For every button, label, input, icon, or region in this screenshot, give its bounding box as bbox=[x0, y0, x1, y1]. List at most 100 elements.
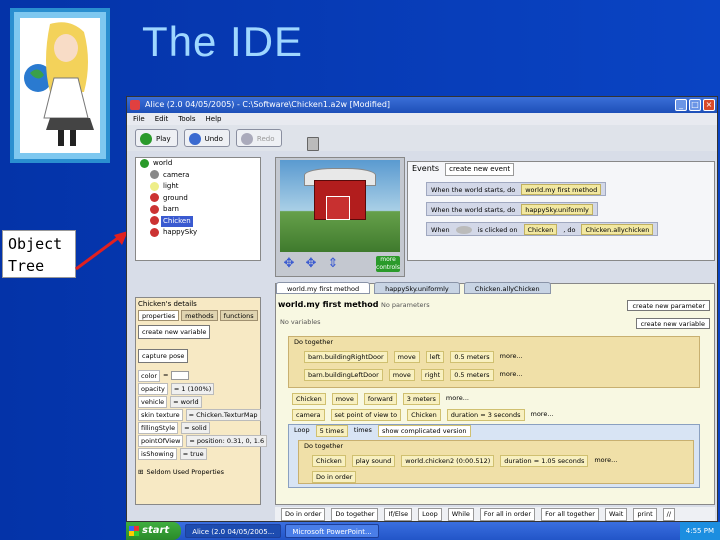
camera-controls: ✥ ✥ ⇕ bbox=[280, 256, 342, 272]
close-icon[interactable]: × bbox=[703, 99, 715, 111]
property-row: vehicle = world bbox=[136, 395, 260, 408]
code-line[interactable]: Chicken move forward 3 meters more... bbox=[288, 392, 469, 405]
event-target[interactable]: Chicken bbox=[523, 224, 558, 235]
menu-file[interactable]: File bbox=[133, 113, 145, 125]
alice-logo bbox=[20, 18, 100, 153]
property-row: pointOfView = position: 0.31, 0, 1.6 bbox=[136, 434, 268, 447]
barn-icon bbox=[150, 204, 159, 214]
mouse-icon bbox=[455, 226, 472, 234]
print-tile[interactable]: print bbox=[633, 508, 657, 521]
show-complicated-button[interactable]: show complicated version bbox=[377, 425, 471, 437]
create-parameter-button[interactable]: create new parameter bbox=[627, 300, 710, 311]
tilt-camera-icon[interactable]: ⇕ bbox=[324, 256, 342, 272]
world-icon bbox=[140, 158, 149, 168]
code-line[interactable]: Do together bbox=[290, 336, 333, 349]
code-line[interactable]: Loop 5 times times show complicated version bbox=[290, 424, 471, 437]
move-camera-icon[interactable]: ✥ bbox=[280, 256, 298, 272]
start-button[interactable]: start bbox=[126, 522, 182, 540]
barn-door bbox=[326, 196, 350, 220]
windows-flag-icon bbox=[129, 526, 139, 536]
tree-item-barn[interactable]: barn bbox=[136, 204, 260, 216]
chicken-icon bbox=[150, 216, 159, 225]
slide-title: The IDE bbox=[142, 18, 304, 65]
object-tree: world camera light ground barn Chicken h… bbox=[135, 157, 261, 261]
callout-arrow bbox=[75, 231, 128, 271]
undo-button[interactable]: Undo bbox=[183, 129, 230, 147]
for-all-together-tile[interactable]: For all together bbox=[541, 508, 599, 521]
code-line[interactable]: barn.buildingLeftDoor move right 0.5 meters… bbox=[300, 368, 523, 381]
wait-tile[interactable]: Wait bbox=[604, 508, 628, 521]
taskbar-item-powerpoint[interactable]: Microsoft PowerPoint... bbox=[285, 524, 379, 538]
redo-button[interactable]: Redo bbox=[235, 129, 282, 147]
color-swatch[interactable] bbox=[171, 371, 190, 380]
capture-pose-button[interactable]: capture pose bbox=[138, 349, 189, 363]
menu-help[interactable]: Help bbox=[206, 113, 222, 125]
tab-functions[interactable]: functions bbox=[219, 310, 258, 321]
loop-tile[interactable]: Loop bbox=[418, 508, 442, 521]
tree-item-world[interactable]: world bbox=[136, 158, 260, 170]
details-panel: Chicken's details properties methods fun… bbox=[135, 297, 268, 505]
property-row: skin texture = Chicken.TexturMap bbox=[136, 408, 261, 421]
windows-taskbar: start Alice (2.0 04/05/2005... Microsoft… bbox=[126, 522, 720, 540]
expand-plus-icon: ⊞ bbox=[138, 468, 144, 476]
code-line[interactable]: Do in order bbox=[308, 470, 357, 483]
code-line[interactable]: barn.buildingRightDoor move left 0.5 meters… bbox=[300, 350, 523, 363]
undo-icon bbox=[188, 133, 201, 145]
event-row[interactable]: When the world starts, do world.my first… bbox=[426, 182, 607, 196]
ground-icon bbox=[150, 193, 159, 202]
details-title: Chicken's details bbox=[138, 300, 197, 308]
alice-ide-window: Alice (2.0 04/05/2005) - C:\Software\Chi… bbox=[126, 96, 718, 522]
alice-logo-frame bbox=[10, 8, 110, 163]
menu-edit[interactable]: Edit bbox=[155, 113, 169, 125]
for-all-in-order-tile[interactable]: For all in order bbox=[479, 508, 536, 521]
event-action[interactable]: world.my first method bbox=[521, 184, 602, 195]
property-row: fillingStyle = solid bbox=[136, 421, 260, 434]
create-event-button[interactable]: create new event bbox=[445, 163, 515, 176]
redo-icon bbox=[240, 133, 253, 145]
play-button[interactable]: Play bbox=[135, 129, 178, 147]
tab-properties[interactable]: properties bbox=[138, 310, 180, 321]
code-line[interactable]: Do together bbox=[300, 440, 343, 453]
do-together-tile[interactable]: Do together bbox=[331, 508, 379, 521]
code-line[interactable]: camera set point of view to Chicken duratio… bbox=[288, 408, 554, 421]
maximize-icon[interactable]: □ bbox=[689, 99, 701, 111]
comment-tile[interactable]: // bbox=[662, 508, 676, 521]
tree-item-happysky[interactable]: happySky bbox=[136, 227, 260, 239]
editor-tab-chicken-allychicken[interactable]: Chicken.allyChicken bbox=[463, 282, 551, 294]
event-action[interactable]: Chicken.allychicken bbox=[581, 224, 654, 235]
tree-item-camera[interactable]: camera bbox=[136, 170, 260, 182]
editor-tab-happysky-uniformly[interactable]: happySky.uniformly bbox=[374, 282, 460, 294]
property-row: color = bbox=[136, 369, 260, 382]
event-row[interactable]: When is clicked on Chicken , do Chicken.… bbox=[426, 222, 659, 236]
code-line[interactable]: Chicken play sound world.chicken2 (0:00.51… bbox=[308, 454, 617, 467]
create-variable-button[interactable]: create new variable bbox=[138, 325, 211, 339]
scene-view[interactable] bbox=[280, 160, 400, 252]
pan-camera-icon[interactable]: ✥ bbox=[302, 256, 320, 272]
tab-methods[interactable]: methods bbox=[181, 310, 218, 321]
minimize-icon[interactable]: _ bbox=[675, 99, 687, 111]
event-action[interactable]: happySky.uniformly bbox=[521, 204, 593, 215]
trash-icon[interactable] bbox=[307, 137, 319, 151]
tree-item-light[interactable]: light bbox=[136, 181, 260, 193]
alice-app-icon bbox=[130, 100, 140, 110]
editor-tab-world-my-first-method[interactable]: world.my first method bbox=[276, 282, 371, 294]
while-tile[interactable]: While bbox=[447, 508, 474, 521]
do-in-order-tile[interactable]: Do in order bbox=[281, 508, 326, 521]
property-row: opacity = 1 (100%) bbox=[136, 382, 260, 395]
system-clock: 4:55 PM bbox=[679, 522, 720, 540]
window-titlebar[interactable]: Alice (2.0 04/05/2005) - C:\Software\Chi… bbox=[127, 97, 717, 113]
taskbar-item-alice[interactable]: Alice (2.0 04/05/2005... bbox=[185, 524, 282, 538]
more-controls-button[interactable]: more controls bbox=[376, 256, 400, 272]
property-row: isShowing = true bbox=[136, 447, 260, 460]
menu-tools[interactable]: Tools bbox=[178, 113, 195, 125]
if-else-tile[interactable]: If/Else bbox=[384, 508, 413, 521]
tree-item-ground[interactable]: ground bbox=[136, 193, 260, 205]
events-panel: Events create new event When the world s… bbox=[407, 161, 715, 261]
happysky-icon bbox=[150, 227, 159, 237]
event-row[interactable]: When the world starts, do happySky.unifo… bbox=[426, 202, 598, 216]
create-variable-button-editor[interactable]: create new variable bbox=[635, 318, 710, 329]
seldom-used-toggle[interactable]: ⊞ Seldom Used Properties bbox=[136, 466, 260, 479]
play-icon bbox=[140, 133, 152, 145]
events-header: Events bbox=[412, 164, 440, 173]
tree-item-chicken[interactable]: Chicken bbox=[136, 215, 260, 227]
